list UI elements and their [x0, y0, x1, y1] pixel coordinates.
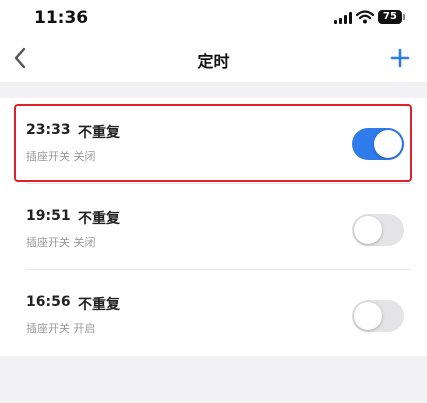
- screen: 11:36 75 定时 23:33 不重复 插座开关 关闭 19:51 不重复 …: [0, 0, 427, 403]
- page-title: 定时: [197, 52, 230, 71]
- status-bar: 11:36 75: [0, 0, 427, 36]
- timer-repeat: 不重复: [78, 297, 120, 313]
- timer-description: 插座开关 关闭: [26, 150, 96, 163]
- timer-description: 插座开关 关闭: [26, 236, 96, 249]
- timer-time: 16:56: [26, 294, 71, 310]
- timer-repeat: 不重复: [78, 211, 120, 227]
- timer-toggle[interactable]: [352, 214, 404, 246]
- timer-repeat: 不重复: [78, 125, 120, 141]
- add-timer-button[interactable]: [388, 46, 412, 70]
- timer-time: 19:51: [26, 208, 71, 224]
- timer-item[interactable]: 23:33 不重复 插座开关 关闭: [0, 98, 427, 184]
- timer-list: 23:33 不重复 插座开关 关闭 19:51 不重复 插座开关 关闭 16:5…: [0, 98, 427, 356]
- timer-description: 插座开关 开启: [26, 322, 96, 335]
- toggle-knob: [354, 216, 382, 244]
- timer-item[interactable]: 16:56 不重复 插座开关 开启: [0, 270, 427, 356]
- toggle-knob: [374, 130, 402, 158]
- status-time: 11:36: [34, 8, 89, 28]
- battery-icon: 75: [378, 10, 405, 24]
- plus-icon: [390, 48, 410, 68]
- nav-bar: 定时: [0, 36, 427, 82]
- cellular-signal-icon: [334, 12, 352, 24]
- toggle-knob: [354, 302, 382, 330]
- wifi-icon: [356, 10, 374, 24]
- timer-toggle[interactable]: [352, 300, 404, 332]
- timer-time: 23:33: [26, 122, 71, 138]
- timer-item[interactable]: 19:51 不重复 插座开关 关闭: [0, 184, 427, 270]
- timer-toggle[interactable]: [352, 128, 404, 160]
